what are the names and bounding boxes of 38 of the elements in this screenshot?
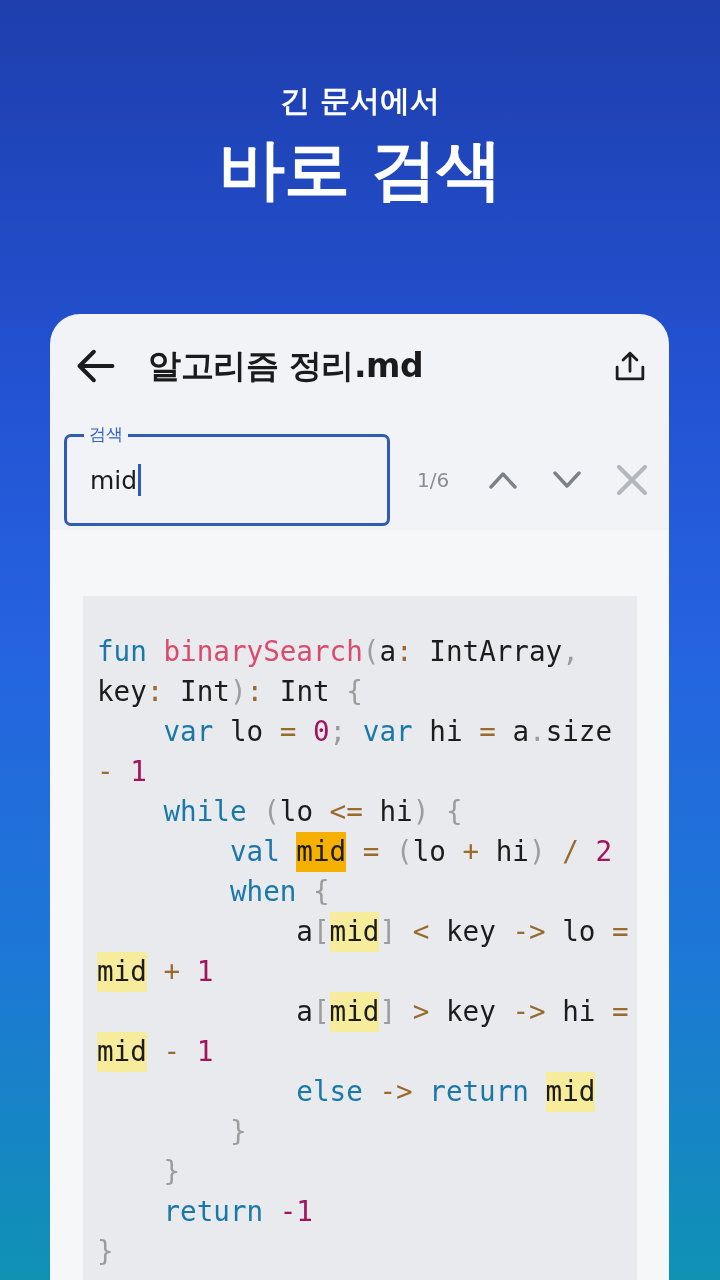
- code-text: a[: [296, 915, 330, 948]
- headline-subtitle: 긴 문서에서: [279, 82, 441, 120]
- headline-title: 바로 검색: [219, 130, 501, 210]
- search-match: mid: [329, 912, 380, 952]
- search-match: mid: [545, 1072, 596, 1112]
- code-line: key: Int): Int {: [97, 675, 363, 708]
- search-match: mid: [97, 1032, 147, 1072]
- code-line: }: [163, 1155, 181, 1188]
- match-counter: 1/6: [417, 468, 450, 492]
- code-line: return -1: [163, 1195, 313, 1228]
- code-text: = (lo + hi) / 2: [361, 835, 613, 868]
- share-icon[interactable]: [615, 351, 645, 381]
- code-line: when {: [229, 875, 330, 908]
- text-cursor-icon: [138, 464, 142, 496]
- code-line: fun binarySearch(a: IntArray,: [97, 635, 579, 668]
- close-icon[interactable]: [616, 464, 649, 496]
- code-line: - 1: [97, 755, 147, 788]
- code-text: val: [229, 835, 281, 868]
- code-text: a[: [296, 995, 330, 1028]
- code-text: - 1: [162, 1035, 214, 1068]
- code-line: var lo = 0; var hi = a.size: [163, 715, 613, 748]
- search-match: mid: [97, 952, 147, 992]
- code-text: ] < key -> lo =: [379, 915, 629, 948]
- search-field[interactable]: 검색 mid: [64, 424, 390, 526]
- chevron-up-icon[interactable]: [489, 471, 518, 489]
- code-line: }: [97, 1235, 114, 1268]
- document-title: 알고리즘 정리.md: [148, 344, 424, 387]
- code-line: while (lo <= hi) {: [163, 795, 463, 828]
- search-query: mid: [90, 465, 138, 495]
- code-text: + 1: [162, 955, 214, 988]
- back-arrow-icon[interactable]: [77, 349, 115, 383]
- code-line: }: [229, 1115, 247, 1148]
- chevron-down-icon[interactable]: [553, 471, 582, 489]
- search-match: mid: [296, 832, 347, 872]
- code-text: ] > key -> hi =: [379, 995, 629, 1028]
- search-match: mid: [329, 992, 380, 1032]
- code-text: else -> return: [296, 1075, 530, 1108]
- search-field-label: 검색: [84, 424, 128, 444]
